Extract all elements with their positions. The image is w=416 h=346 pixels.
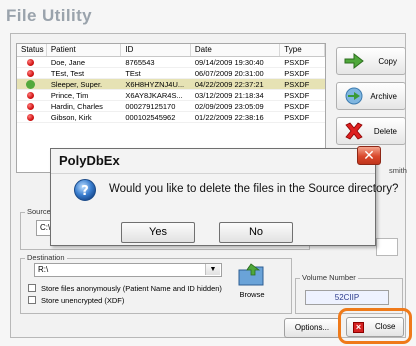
question-icon: ? <box>74 179 96 201</box>
id-cell: X6H8HYZNJ4U... <box>125 80 185 89</box>
date-cell: 01/22/2009 22:38:16 <box>194 113 264 122</box>
copy-arrow-icon <box>344 52 364 70</box>
volume-label: Volume Number <box>300 273 358 282</box>
type-cell: PSXDF <box>284 113 310 122</box>
volume-number: 52CIIP <box>305 290 389 305</box>
options-button[interactable]: Options... <box>284 318 340 338</box>
dialog-message: Would you like to delete the files in th… <box>109 183 399 195</box>
svg-text:?: ? <box>81 184 89 199</box>
yes-button[interactable]: Yes <box>121 222 195 243</box>
column-id[interactable]: ID <box>121 44 191 56</box>
anonymous-checkbox[interactable] <box>28 284 36 292</box>
side-field[interactable] <box>376 238 398 256</box>
file-utility-window: File Utility Status Patient ID Date Type… <box>0 0 416 346</box>
destination-select[interactable]: R:\ <box>34 263 222 277</box>
status-red-icon <box>27 114 34 121</box>
type-cell: PSXDF <box>284 69 310 78</box>
copy-button-label: Copy <box>378 56 397 66</box>
status-red-icon <box>27 92 34 99</box>
delete-x-icon <box>345 122 363 140</box>
type-cell: PSXDF <box>284 58 310 67</box>
date-cell: 03/12/2009 21:18:34 <box>194 91 264 100</box>
column-status[interactable]: Status <box>17 44 47 56</box>
archive-button[interactable]: Archive <box>336 82 406 110</box>
date-cell: 06/07/2009 20:31:00 <box>194 69 264 78</box>
id-cell: 000102545962 <box>125 113 176 122</box>
patient-cell: TEst, Test <box>50 69 85 78</box>
column-type[interactable]: Type <box>280 44 325 56</box>
table-row[interactable]: Hardin, Charles 000279125170 02/09/2009 23… <box>17 101 325 112</box>
copy-button[interactable]: Copy <box>336 47 406 75</box>
type-cell: PSXDF <box>284 91 310 100</box>
id-cell: 8765543 <box>125 58 155 67</box>
status-cell <box>17 112 47 122</box>
folder-icon <box>238 263 264 286</box>
anonymous-checkbox-row[interactable]: Store files anonymously (Patient Name an… <box>28 283 222 293</box>
close-icon: × <box>353 322 364 333</box>
unencrypted-checkbox-label: Store unencrypted (XDF) <box>41 295 125 305</box>
status-cell <box>17 90 47 100</box>
browse-button[interactable]: Browse <box>230 262 274 302</box>
no-button[interactable]: No <box>219 222 293 243</box>
id-cell: 000279125170 <box>125 102 176 111</box>
source-label: Source <box>25 207 53 216</box>
browse-label: Browse <box>239 290 265 299</box>
date-cell: 02/09/2009 23:05:09 <box>194 102 264 111</box>
side-text-fragment: smith <box>389 166 407 175</box>
list-rows: Doe, Jane 8765543 09/14/2009 19:30:40 PSXDF… <box>17 57 325 123</box>
status-cell <box>17 57 47 67</box>
status-cell <box>17 79 47 89</box>
status-cell <box>17 68 47 78</box>
list-header: Status Patient ID Date Type <box>17 44 325 57</box>
archive-button-label: Archive <box>370 91 397 101</box>
id-cell: TEst <box>125 69 141 78</box>
confirm-dialog: PolyDbEx ✕ ? Would you like to delete th… <box>50 146 398 246</box>
unencrypted-checkbox-row[interactable]: Store unencrypted (XDF) <box>28 295 124 305</box>
delete-button-label: Delete <box>373 126 397 136</box>
patient-cell: Sleeper, Super. <box>50 80 103 89</box>
id-cell: X6AY8JKAR4S... <box>125 91 183 100</box>
archive-icon <box>345 87 363 105</box>
destination-label: Destination <box>25 253 67 262</box>
window-title: File Utility <box>6 6 93 25</box>
table-row[interactable]: Gibson, Kirk 000102545962 01/22/2009 22:38… <box>17 112 325 123</box>
status-red-icon <box>27 70 34 77</box>
close-button-label: Close <box>375 322 396 331</box>
patient-cell: Doe, Jane <box>50 58 86 67</box>
status-cell <box>17 101 47 111</box>
date-cell: 04/22/2009 22:37:21 <box>194 80 264 89</box>
anonymous-checkbox-label: Store files anonymously (Patient Name an… <box>41 283 222 293</box>
dialog-divider <box>51 173 375 174</box>
patient-cell: Prince, Tim <box>50 91 89 100</box>
patient-cell: Hardin, Charles <box>50 102 103 111</box>
column-patient[interactable]: Patient <box>47 44 122 56</box>
dialog-close-button[interactable]: ✕ <box>357 146 381 165</box>
unencrypted-checkbox[interactable] <box>28 296 36 304</box>
close-button[interactable]: × Close <box>346 317 404 337</box>
status-green-icon <box>26 80 35 89</box>
table-row[interactable]: Prince, Tim X6AY8JKAR4S... 03/12/2009 21:1… <box>17 90 325 101</box>
table-row[interactable]: TEst, Test TEst 06/07/2009 20:31:00 PSXDF <box>17 68 325 79</box>
column-date[interactable]: Date <box>191 44 281 56</box>
status-red-icon <box>27 59 34 66</box>
type-cell: PSXDF <box>284 102 310 111</box>
delete-button[interactable]: Delete <box>336 117 406 145</box>
dialog-title: PolyDbEx <box>59 153 120 168</box>
table-row[interactable]: Doe, Jane 8765543 09/14/2009 19:30:40 PSXDF <box>17 57 325 68</box>
patient-cell: Gibson, Kirk <box>50 113 92 122</box>
status-red-icon <box>27 103 34 110</box>
date-cell: 09/14/2009 19:30:40 <box>194 58 264 67</box>
chevron-down-icon[interactable]: ▼ <box>205 264 220 275</box>
type-cell: PSXDF <box>284 80 310 89</box>
table-row[interactable]: Sleeper, Super. X6H8HYZNJ4U... 04/22/2009 … <box>17 79 325 90</box>
